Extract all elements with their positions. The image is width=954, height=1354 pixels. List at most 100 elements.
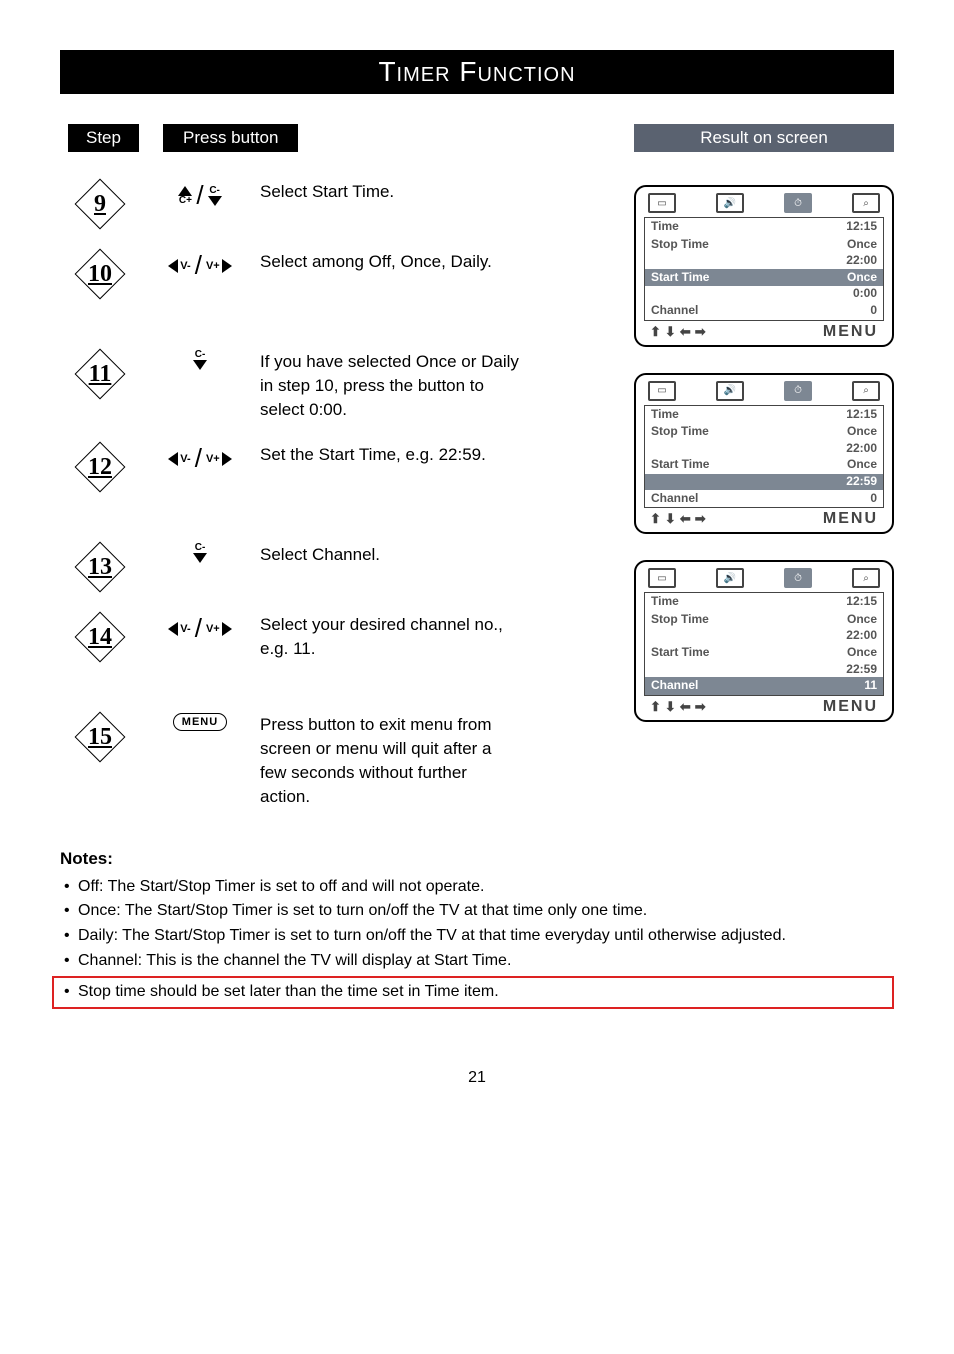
button-v-minus-v-plus: V- / V+ (140, 613, 260, 644)
osd-row-label: Channel (651, 491, 698, 507)
note-item: Stop time should be set later than the t… (64, 980, 886, 1005)
osd-row: Stop Time Once (645, 236, 883, 254)
osd-row-value: Once (847, 612, 877, 628)
note-item: Channel: This is the channel the TV will… (64, 949, 894, 974)
osd-row: Channel 0 (645, 302, 883, 320)
step-description: Select your desired channel no., e.g. 11… (260, 613, 520, 661)
osd-row-value: 12:15 (846, 594, 877, 610)
osd-row: Start Time Once (645, 269, 883, 287)
osd-tab-picture-icon: ▭ (648, 193, 676, 213)
osd-row: Time 12:15 (645, 406, 883, 424)
column-headers: Step Press button Result on screen (60, 124, 894, 152)
osd-arrow-hints-icon: ⬆⬇⬅➡ (650, 323, 710, 341)
step-number-diamond: 12 (76, 443, 124, 491)
osd-row-value: 11 (864, 678, 877, 694)
osd-screen: ▭ 🔊 ⏱ ⌕ Time 12:15 Stop Time Once22:00Start… (634, 185, 894, 347)
osd-row-label: Channel (651, 678, 698, 694)
osd-row-value: Once (847, 424, 877, 440)
osd-arrow-hints-icon: ⬆⬇⬅➡ (650, 510, 710, 528)
osd-row: Start Time Once (645, 456, 883, 474)
button-c-minus: C- (140, 350, 260, 370)
osd-tab-picture-icon: ▭ (648, 381, 676, 401)
osd-screens-column: ▭ 🔊 ⏱ ⌕ Time12:15Stop TimeOnce22:00Start… (634, 185, 894, 748)
button-v-minus-v-plus: V- / V+ (140, 250, 260, 281)
osd-row-label: Time (651, 407, 679, 423)
osd-body: Time 12:15 Stop Time Once22:00Start TimeOnc… (644, 592, 884, 696)
step-description: If you have selected Once or Daily in st… (260, 350, 520, 421)
notes-section: Notes: Off: The Start/Stop Timer is set … (60, 849, 894, 1009)
note-item: Daily: The Start/Stop Timer is set to tu… (64, 924, 894, 949)
osd-menu-label: MENU (823, 323, 878, 341)
osd-footer: ⬆⬇⬅➡ MENU (644, 696, 884, 716)
step-number-diamond: 11 (76, 350, 124, 398)
osd-row-value: Once (847, 270, 877, 286)
osd-tab-picture-icon: ▭ (648, 568, 676, 588)
osd-tab-setup-icon: ⌕ (852, 381, 880, 401)
step-description: Set the Start Time, e.g. 22:59. (260, 443, 520, 467)
osd-body: Time 12:15 Stop Time Once22:00Start Time Onc… (644, 217, 884, 321)
header-press-button: Press button (163, 124, 298, 152)
osd-row-value: 0 (870, 491, 877, 507)
button-v-minus-v-plus: V- / V+ (140, 443, 260, 474)
osd-tab-timer-icon: ⏱ (784, 381, 812, 401)
step-description: Select among Off, Once, Daily. (260, 250, 520, 274)
note-item: Off: The Start/Stop Timer is set to off … (64, 875, 894, 900)
osd-body: Time 12:15 Stop Time Once22:00Start Time Onc… (644, 405, 884, 509)
step-number-diamond: 15 (76, 713, 124, 761)
page-number: 21 (60, 1069, 894, 1087)
osd-footer: ⬆⬇⬅➡ MENU (644, 321, 884, 341)
osd-menu-label: MENU (823, 510, 878, 528)
osd-tab-setup-icon: ⌕ (852, 568, 880, 588)
button-menu: MENU (140, 713, 260, 731)
step-number-diamond: 13 (76, 543, 124, 591)
osd-row: Time 12:15 (645, 218, 883, 236)
osd-subvalue: 22:00 (645, 441, 883, 457)
osd-row-value: 0 (870, 303, 877, 319)
osd-row-label: Start Time (651, 457, 709, 473)
osd-tab-sound-icon: 🔊 (716, 193, 744, 213)
osd-row-label: Start Time (651, 645, 709, 661)
step-number-diamond: 10 (76, 250, 124, 298)
osd-tab-sound-icon: 🔊 (716, 381, 744, 401)
osd-tab-timer-icon: ⏱ (784, 193, 812, 213)
osd-row-label: Time (651, 594, 679, 610)
osd-tab-setup-icon: ⌕ (852, 193, 880, 213)
osd-subvalue: 22:00 (645, 253, 883, 269)
notes-heading: Notes: (60, 849, 894, 869)
osd-row-value: 12:15 (846, 407, 877, 423)
osd-screen: ▭ 🔊 ⏱ ⌕ Time 12:15 Stop Time Once22:00Start… (634, 560, 894, 722)
step-number-diamond: 9 (76, 180, 124, 228)
note-item: Once: The Start/Stop Timer is set to tur… (64, 899, 894, 924)
osd-menu-label: MENU (823, 698, 878, 716)
osd-subvalue: 0:00 (645, 286, 883, 302)
osd-row: Channel 0 (645, 490, 883, 508)
step-description: Press button to exit menu from screen or… (260, 713, 520, 808)
header-result: Result on screen (634, 124, 894, 152)
osd-footer: ⬆⬇⬅➡ MENU (644, 508, 884, 528)
osd-row: Start TimeOnce (645, 644, 883, 662)
button-c-minus: C- (140, 543, 260, 563)
osd-row-value: Once (847, 457, 877, 473)
step-description: Select Channel. (260, 543, 520, 567)
osd-screen: ▭ 🔊 ⏱ ⌕ Time 12:15 Stop Time Once22:00Start… (634, 373, 894, 535)
osd-row: Stop Time Once (645, 611, 883, 629)
osd-row-value: Once (847, 237, 877, 253)
header-step: Step (68, 124, 139, 152)
osd-tab-timer-icon: ⏱ (784, 568, 812, 588)
note-highlight-box: Stop time should be set later than the t… (52, 976, 894, 1009)
osd-subvalue: 22:00 (645, 628, 883, 644)
osd-row: Channel 11 (645, 677, 883, 695)
button-c-plus-c-minus: C+ / C- (140, 180, 260, 211)
osd-row-label: Stop Time (651, 612, 709, 628)
osd-row-label: Start Time (651, 270, 709, 286)
osd-row-label: Stop Time (651, 237, 709, 253)
osd-tab-sound-icon: 🔊 (716, 568, 744, 588)
page-title: Timer Function (60, 50, 894, 94)
osd-row-label: Time (651, 219, 679, 235)
osd-arrow-hints-icon: ⬆⬇⬅➡ (650, 698, 710, 716)
osd-row: Stop Time Once (645, 423, 883, 441)
osd-row-value: 12:15 (846, 219, 877, 235)
osd-subvalue: 22:59 (645, 474, 883, 490)
osd-row-label: Channel (651, 303, 698, 319)
osd-row-label: Stop Time (651, 424, 709, 440)
